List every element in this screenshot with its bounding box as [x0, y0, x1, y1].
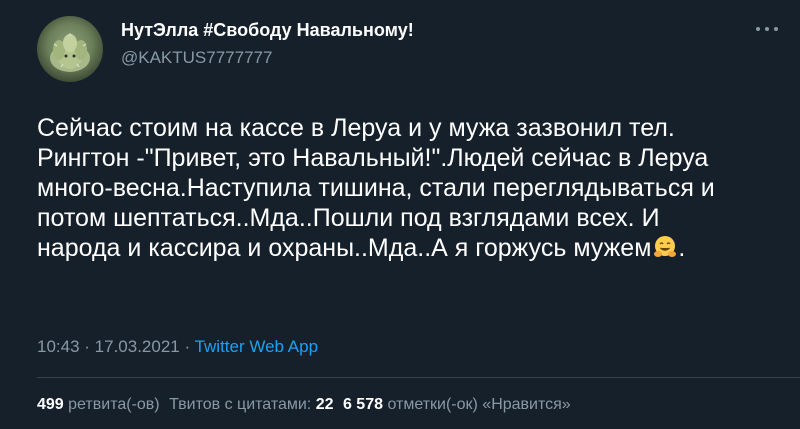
more-options-icon[interactable]: [756, 22, 778, 36]
cactus-avatar-icon[interactable]: [37, 16, 103, 82]
tweet-stats: 499 ретвита(-ов) Твитов с цитатами: 22 6…: [37, 396, 576, 414]
tweet-line: потом шептаться..Мда..Пошли под взглядам…: [37, 204, 660, 232]
tweet-source-link[interactable]: Twitter Web App: [195, 337, 318, 356]
tweet-line-last: народа и кассира и охраны..Мда..А я горж…: [37, 233, 777, 267]
dot: [765, 27, 769, 31]
dot: [774, 27, 778, 31]
tweet-card: НутЭлла #Свободу Навальному! @KAKTUS7777…: [0, 0, 800, 429]
likes-label: отметки(-ок) «Нравится»: [387, 396, 571, 413]
likes-count: 6 578: [342, 396, 383, 413]
retweets-label: ретвита(-ов): [68, 396, 160, 413]
retweets-count: 499: [37, 396, 64, 413]
tweet-date[interactable]: 17.03.2021: [95, 337, 180, 356]
tweet-line: Сейчас стоим на кассе в Леруа и у мужа з…: [37, 114, 675, 142]
quotes-count: 22: [315, 396, 334, 413]
hugging-face-icon: [652, 234, 678, 267]
tweet-trailing-period: .: [678, 234, 686, 262]
divider: [37, 377, 800, 378]
quotes-stat[interactable]: Твитов с цитатами: 22: [169, 396, 333, 413]
tweet-line: много-весна.Наступила тишина, стали пере…: [37, 174, 715, 202]
retweets-stat[interactable]: 499 ретвита(-ов): [37, 396, 160, 413]
likes-stat[interactable]: 6 578 отметки(-ок) «Нравится»: [343, 396, 571, 413]
meta-separator: ·: [179, 337, 195, 356]
tweet-time[interactable]: 10:43: [37, 337, 80, 356]
quotes-label: Твитов с цитатами:: [169, 396, 312, 413]
dot: [756, 27, 760, 31]
meta-separator: ·: [79, 337, 95, 356]
tweet-meta: 10:43 · 17.03.2021 · Twitter Web App: [37, 337, 318, 357]
author-handle[interactable]: @KAKTUS7777777: [121, 48, 272, 68]
tweet-text: Сейчас стоим на кассе в Леруа и у мужа з…: [37, 113, 777, 267]
author-display-name[interactable]: НутЭлла #Свободу Навальному!: [121, 20, 414, 41]
tweet-line-text: народа и кассира и охраны..Мда..А я горж…: [37, 234, 652, 262]
tweet-line: Рингтон -"Привет, это Навальный!".Людей …: [37, 144, 709, 172]
